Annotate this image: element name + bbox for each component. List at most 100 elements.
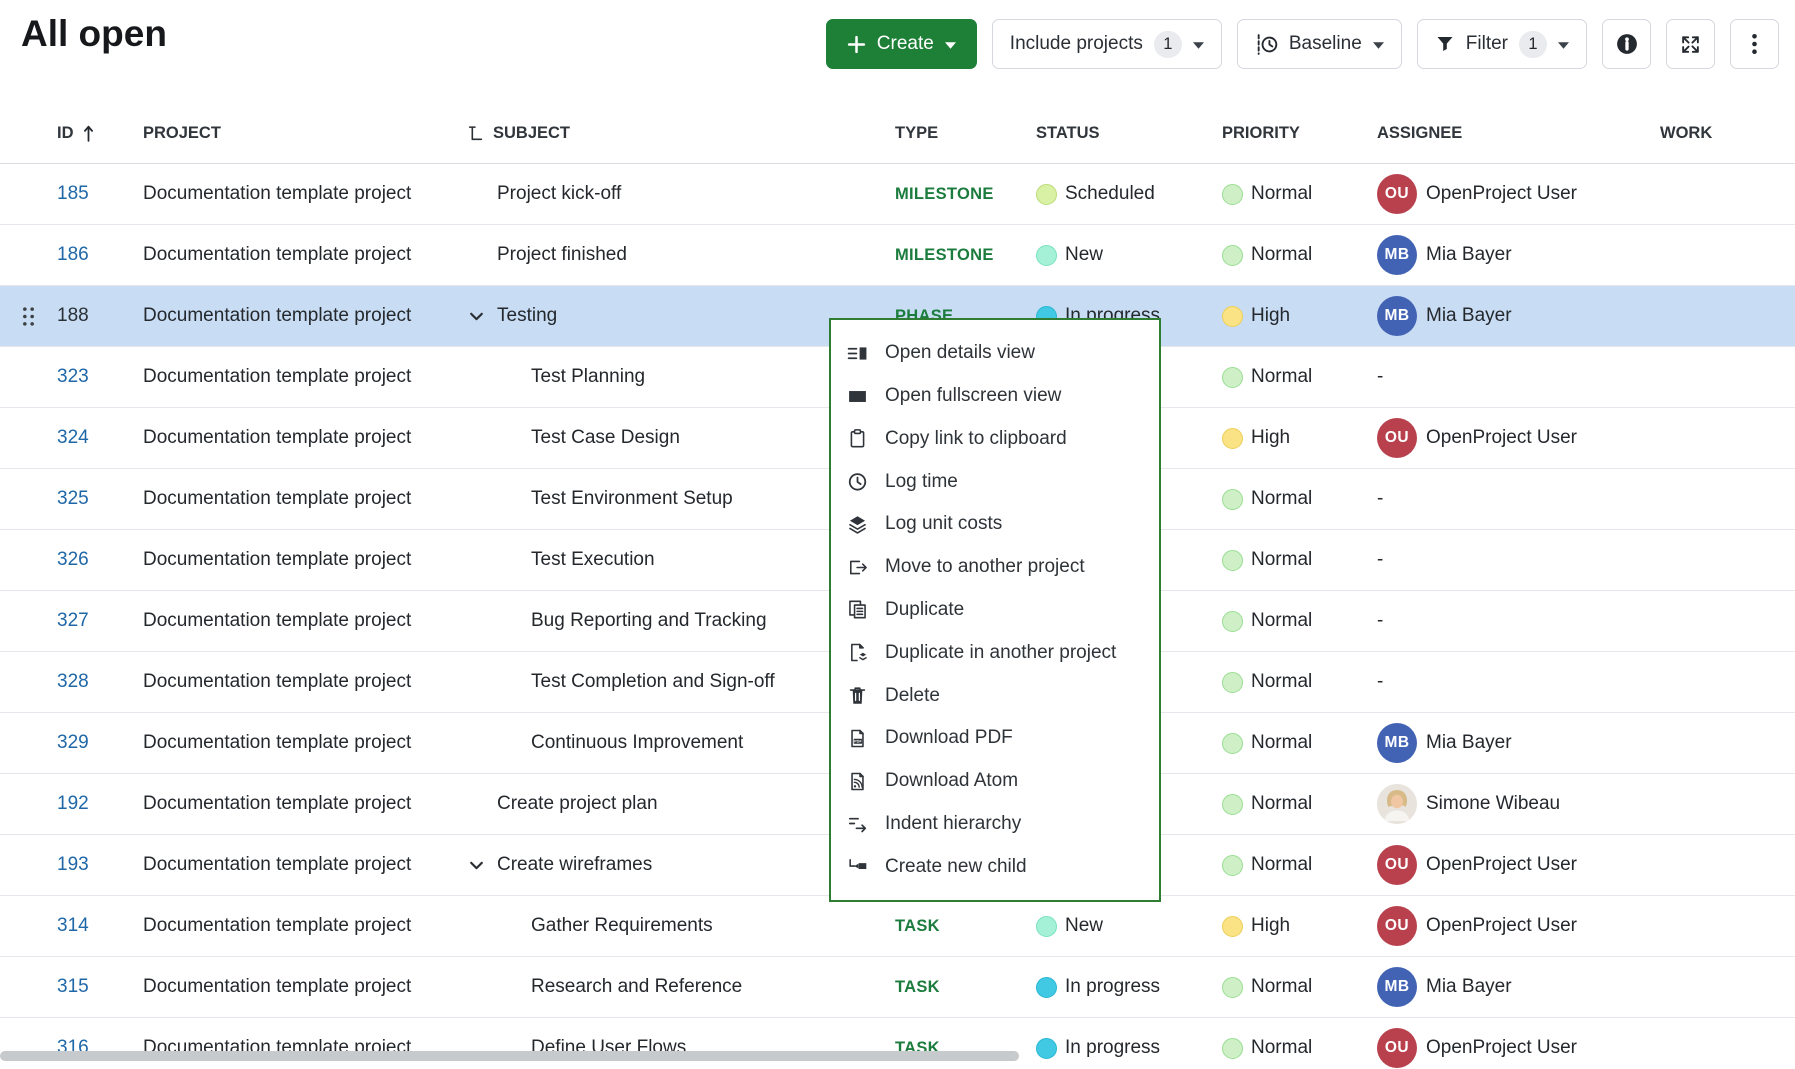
status-label[interactable]: In progress — [1065, 1037, 1160, 1059]
project-name[interactable]: Documentation template project — [143, 183, 411, 205]
work-package-id-link[interactable]: 326 — [57, 549, 89, 571]
project-name[interactable]: Documentation template project — [143, 610, 411, 632]
assignee-name[interactable]: Mia Bayer — [1426, 305, 1512, 327]
subject-text[interactable]: Bug Reporting and Tracking — [531, 610, 767, 632]
priority-label[interactable]: Normal — [1251, 671, 1312, 693]
project-name[interactable]: Documentation template project — [143, 244, 411, 266]
subject-text[interactable]: Test Execution — [531, 549, 655, 571]
work-package-id-link[interactable]: 324 — [57, 427, 89, 449]
work-package-id-link[interactable]: 193 — [57, 854, 89, 876]
context-menu-item-log-time[interactable]: Log time — [831, 460, 1159, 503]
project-name[interactable]: Documentation template project — [143, 915, 411, 937]
context-menu-item-move-to-another-project[interactable]: Move to another project — [831, 546, 1159, 589]
status-label[interactable]: New — [1065, 915, 1103, 937]
more-options-button[interactable] — [1730, 19, 1779, 69]
work-package-row[interactable]: 185 Documentation template project Project… — [0, 164, 1795, 225]
work-package-row[interactable]: 186 Documentation template project Project… — [0, 225, 1795, 286]
priority-label[interactable]: High — [1251, 915, 1290, 937]
subject-text[interactable]: Project kick-off — [497, 183, 621, 205]
context-menu-item-open-fullscreen-view[interactable]: Open fullscreen view — [831, 375, 1159, 418]
project-name[interactable]: Documentation template project — [143, 732, 411, 754]
context-menu-item-copy-link-to-clipboard[interactable]: Copy link to clipboard — [831, 418, 1159, 461]
column-header-type[interactable]: TYPE — [895, 124, 1036, 143]
project-name[interactable]: Documentation template project — [143, 366, 411, 388]
work-package-row[interactable]: 315Documentation template projectResearc… — [0, 957, 1795, 1018]
chevron-down-icon[interactable] — [467, 307, 497, 326]
priority-label[interactable]: Normal — [1251, 183, 1312, 205]
context-menu-item-open-details-view[interactable]: Open details view — [831, 332, 1159, 375]
work-package-row[interactable]: 314 Documentation template project Gather … — [0, 896, 1795, 957]
priority-label[interactable]: Normal — [1251, 1037, 1312, 1059]
type-label[interactable]: MILESTONE — [895, 185, 994, 204]
project-name[interactable]: Documentation template project — [143, 488, 411, 510]
hierarchy-icon[interactable] — [467, 125, 493, 142]
subject-text[interactable]: Project finished — [497, 244, 627, 266]
baseline-button[interactable]: Baseline — [1237, 19, 1402, 69]
column-header-subject[interactable]: SUBJECT — [467, 124, 895, 143]
work-package-id-link[interactable]: 192 — [57, 793, 89, 815]
info-button[interactable] — [1602, 19, 1651, 69]
project-name[interactable]: Documentation template project — [143, 427, 411, 449]
type-label[interactable]: TASK — [895, 917, 940, 936]
column-header-id[interactable]: ID — [57, 123, 143, 144]
subject-text[interactable]: Testing — [497, 305, 557, 327]
priority-label[interactable]: Normal — [1251, 732, 1312, 754]
work-package-id-link[interactable]: 327 — [57, 610, 89, 632]
work-package-id-link[interactable]: 185 — [57, 183, 89, 205]
priority-label[interactable]: Normal — [1251, 488, 1312, 510]
subject-text[interactable]: Create project plan — [497, 793, 658, 815]
context-menu-item-duplicate[interactable]: Duplicate — [831, 589, 1159, 632]
work-package-id-link[interactable]: 186 — [57, 244, 89, 266]
subject-text[interactable]: Gather Requirements — [531, 915, 713, 937]
column-header-work[interactable]: WORK — [1660, 124, 1738, 143]
column-header-priority[interactable]: PRIORITY — [1222, 124, 1377, 143]
assignee-name[interactable]: Mia Bayer — [1426, 732, 1512, 754]
priority-label[interactable]: Normal — [1251, 854, 1312, 876]
project-name[interactable]: Documentation template project — [143, 305, 411, 327]
work-package-id-link[interactable]: 315 — [57, 976, 89, 998]
assignee-name[interactable]: Mia Bayer — [1426, 244, 1512, 266]
assignee-name[interactable]: OpenProject User — [1426, 183, 1577, 205]
subject-text[interactable]: Test Planning — [531, 366, 645, 388]
work-package-id-link[interactable]: 328 — [57, 671, 89, 693]
subject-text[interactable]: Create wireframes — [497, 854, 652, 876]
context-menu-item-delete[interactable]: Delete — [831, 674, 1159, 717]
include-projects-button[interactable]: Include projects 1 — [992, 19, 1222, 69]
type-label[interactable]: MILESTONE — [895, 246, 994, 265]
subject-text[interactable]: Continuous Improvement — [531, 732, 743, 754]
priority-label[interactable]: Normal — [1251, 610, 1312, 632]
project-name[interactable]: Documentation template project — [143, 976, 411, 998]
column-header-status[interactable]: STATUS — [1036, 124, 1222, 143]
context-menu-item-download-pdf[interactable]: PDFDownload PDF — [831, 717, 1159, 760]
work-package-id-link[interactable]: 323 — [57, 366, 89, 388]
context-menu-item-create-new-child[interactable]: Create new child — [831, 845, 1159, 888]
context-menu-item-download-atom[interactable]: Download Atom — [831, 760, 1159, 803]
type-label[interactable]: TASK — [895, 978, 940, 997]
chevron-down-icon[interactable] — [467, 856, 497, 875]
subject-text[interactable]: Test Completion and Sign-off — [531, 671, 775, 693]
status-label[interactable]: New — [1065, 244, 1103, 266]
subject-text[interactable]: Test Case Design — [531, 427, 680, 449]
context-menu-item-duplicate-in-another-project[interactable]: Duplicate in another project — [831, 631, 1159, 674]
create-button[interactable]: Create — [826, 19, 977, 69]
work-package-id-link[interactable]: 329 — [57, 732, 89, 754]
work-package-id-link[interactable]: 188 — [57, 305, 89, 327]
priority-label[interactable]: Normal — [1251, 244, 1312, 266]
status-label[interactable]: In progress — [1065, 976, 1160, 998]
assignee-name[interactable]: Simone Wibeau — [1426, 793, 1560, 815]
assignee-name[interactable]: Mia Bayer — [1426, 976, 1512, 998]
drag-handle-icon[interactable] — [21, 306, 36, 327]
work-package-id-link[interactable]: 314 — [57, 915, 89, 937]
assignee-name[interactable]: OpenProject User — [1426, 1037, 1577, 1059]
project-name[interactable]: Documentation template project — [143, 671, 411, 693]
work-package-row[interactable]: 316Documentation template projectDefine … — [0, 1018, 1795, 1069]
priority-label[interactable]: Normal — [1251, 793, 1312, 815]
priority-label[interactable]: High — [1251, 427, 1290, 449]
priority-label[interactable]: Normal — [1251, 549, 1312, 571]
fullscreen-button[interactable] — [1666, 19, 1715, 69]
priority-label[interactable]: Normal — [1251, 976, 1312, 998]
project-name[interactable]: Documentation template project — [143, 793, 411, 815]
priority-label[interactable]: Normal — [1251, 366, 1312, 388]
status-label[interactable]: Scheduled — [1065, 183, 1155, 205]
column-header-assignee[interactable]: ASSIGNEE — [1377, 124, 1660, 143]
